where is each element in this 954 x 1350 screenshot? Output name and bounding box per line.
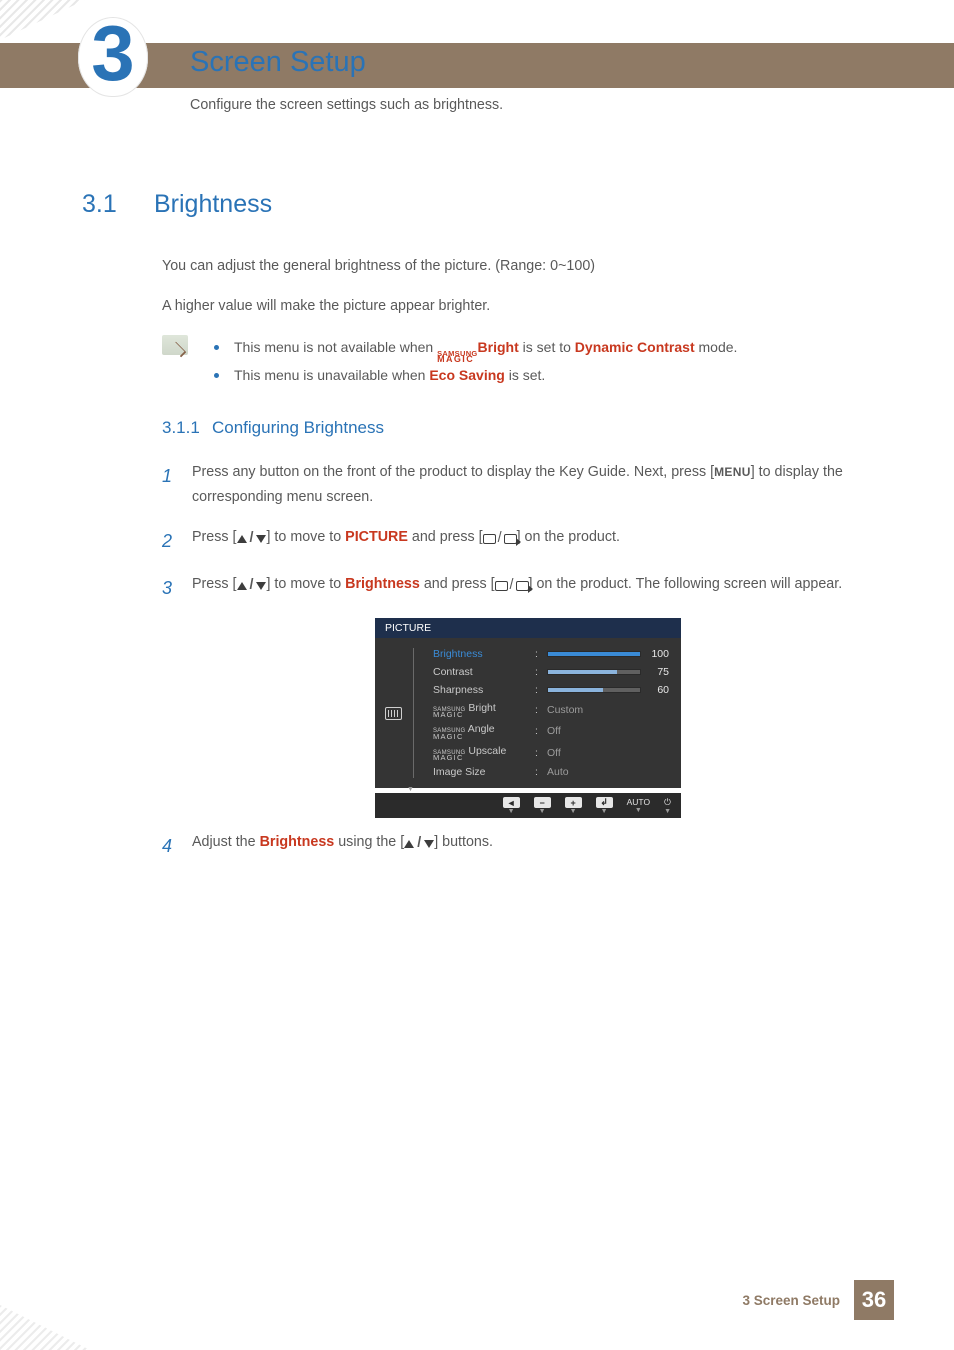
note-block: This menu is not available when SAMSUNGM… xyxy=(162,335,894,387)
osd-title: PICTURE xyxy=(375,618,681,638)
magic-bright-label: Bright xyxy=(478,339,519,355)
step-item: 3 Press [/] to move to Brightness and pr… xyxy=(162,572,894,604)
section-number: 3.1 xyxy=(82,190,154,219)
step-number: 4 xyxy=(162,830,178,862)
osd-row: Image Size:Auto xyxy=(433,766,669,778)
osd-power-icon: ⏻ xyxy=(664,797,671,808)
section-heading: 3.1Brightness xyxy=(82,190,894,219)
subsection-title: Configuring Brightness xyxy=(212,418,384,437)
up-down-icon: / xyxy=(237,526,267,552)
osd-category-icon xyxy=(385,707,402,720)
osd-minus-icon: − xyxy=(534,797,551,808)
brightness-label: Brightness xyxy=(345,576,420,592)
osd-row: SAMSUNGMAGIC Bright:Custom xyxy=(433,702,669,717)
dynamic-contrast-label: Dynamic Contrast xyxy=(575,339,695,355)
section-intro-2: A higher value will make the picture app… xyxy=(162,295,894,317)
subsection-number: 3.1.1 xyxy=(162,418,212,438)
step-item: 4 Adjust the Brightness using the [/] bu… xyxy=(162,830,894,862)
osd-row: SAMSUNGMAGIC Upscale:Off xyxy=(433,745,669,760)
eco-saving-label: Eco Saving xyxy=(429,367,504,383)
note-item: This menu is not available when SAMSUNGM… xyxy=(212,335,894,362)
select-enter-icon: / xyxy=(495,573,529,599)
chapter-number-badge: 3 xyxy=(78,17,148,97)
osd-row: SAMSUNGMAGIC Angle:Off xyxy=(433,723,669,738)
note-item: This menu is unavailable when Eco Saving… xyxy=(212,363,894,388)
step-item: 1 Press any button on the front of the p… xyxy=(162,460,894,511)
step-item: 2 Press [/] to move to PICTURE and press… xyxy=(162,525,894,557)
osd-back-icon: ◄ xyxy=(503,797,520,808)
section-title: Brightness xyxy=(154,190,272,218)
chapter-title: Screen Setup xyxy=(190,46,503,79)
osd-screenshot: PICTURE Brightness:100 Contrast:75 Sharpne… xyxy=(375,618,681,818)
note-icon xyxy=(162,335,188,355)
up-down-icon: / xyxy=(404,831,434,857)
step-number: 3 xyxy=(162,572,178,604)
subsection-heading: 3.1.1Configuring Brightness xyxy=(162,418,894,438)
osd-row: Sharpness:60 xyxy=(433,684,669,696)
step-number: 1 xyxy=(162,460,178,511)
samsung-magic-logo: SAMSUNGMAGIC xyxy=(437,352,477,362)
osd-plus-icon: + xyxy=(565,797,582,808)
picture-label: PICTURE xyxy=(345,529,408,545)
osd-enter-icon: ↲ xyxy=(596,797,613,808)
brightness-label: Brightness xyxy=(260,834,335,850)
chapter-subtitle: Configure the screen settings such as br… xyxy=(190,97,503,113)
chapter-number: 3 xyxy=(91,8,134,99)
select-enter-icon: / xyxy=(483,526,517,552)
section-intro-1: You can adjust the general brightness of… xyxy=(162,255,894,277)
corner-decoration xyxy=(0,0,85,40)
osd-more-arrow: ▼ xyxy=(407,786,681,793)
page-footer: 3 Screen Setup 36 xyxy=(742,1280,894,1320)
osd-row: Brightness:100 xyxy=(433,648,669,660)
footer-decoration xyxy=(0,1305,90,1350)
page-number: 36 xyxy=(854,1280,894,1320)
footer-chapter-label: 3 Screen Setup xyxy=(742,1293,840,1308)
menu-button-label: MENU xyxy=(714,465,751,479)
step-number: 2 xyxy=(162,525,178,557)
chapter-header: Screen Setup Configure the screen settin… xyxy=(190,46,503,113)
up-down-icon: / xyxy=(237,573,267,599)
osd-footer: ◄▼ −▼ +▼ ↲▼ AUTO▼ ⏻▼ xyxy=(375,793,681,818)
osd-row: Contrast:75 xyxy=(433,666,669,678)
osd-auto-label: AUTO xyxy=(627,797,650,807)
